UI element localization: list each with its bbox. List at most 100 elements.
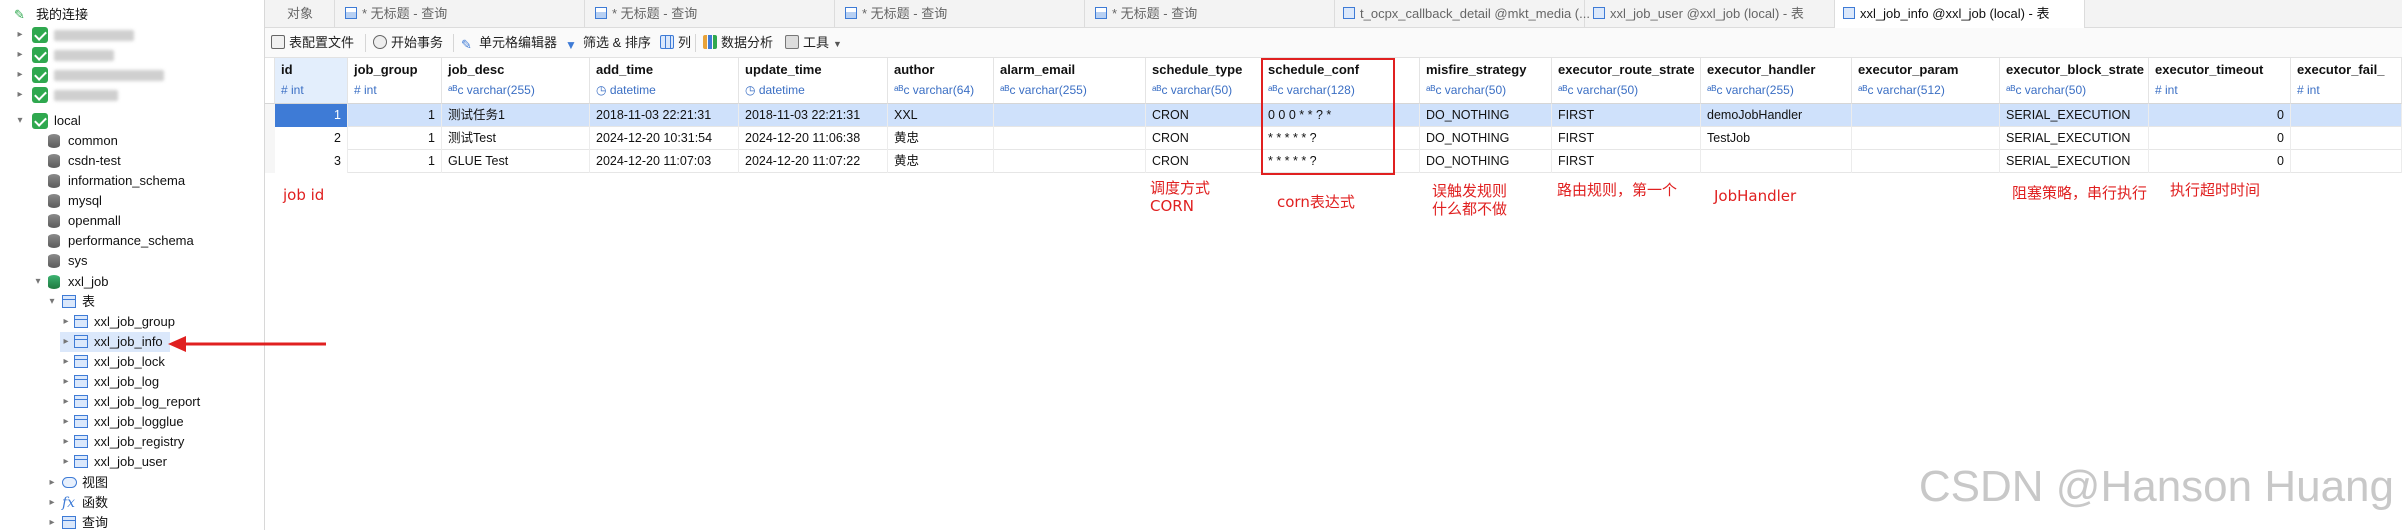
chevron-right-icon[interactable]: ▸ <box>60 352 72 372</box>
cell-id[interactable]: 2 <box>275 127 348 150</box>
tab-xxl-job-info[interactable]: xxl_job_info @xxl_job (local) - 表 <box>1835 0 2085 28</box>
column-header-job-group[interactable]: job_group # int <box>348 58 442 104</box>
cell-executor-handler[interactable]: demoJobHandler <box>1701 104 1852 127</box>
cell-executor-block-strate[interactable]: SERIAL_EXECUTION <box>2000 150 2149 173</box>
chevron-right-icon[interactable]: ▸ <box>46 473 58 493</box>
cell-update-time[interactable]: 2024-12-20 11:06:38 <box>739 127 888 150</box>
database-item[interactable]: common <box>46 131 246 151</box>
cell-editor-button[interactable]: ✎ 单元格编辑器 <box>461 34 557 52</box>
column-header-executor-route-strate[interactable]: executor_route_strate ᵃᴮc varchar(50) <box>1552 58 1701 104</box>
cell-id[interactable]: 1 <box>275 104 348 127</box>
cell-alarm-email[interactable] <box>994 127 1146 150</box>
tab-objects[interactable]: 对象 <box>265 0 335 28</box>
cell-add-time[interactable]: 2018-11-03 22:21:31 <box>590 104 739 127</box>
cell-schedule-type[interactable]: CRON <box>1146 127 1262 150</box>
chevron-right-icon[interactable]: ▸ <box>46 513 58 530</box>
chevron-right-icon[interactable]: ▸ <box>14 45 26 65</box>
chevron-right-icon[interactable]: ▸ <box>60 372 72 392</box>
data-analysis-button[interactable]: 数据分析 <box>703 34 773 52</box>
cell-executor-route-strate[interactable]: FIRST <box>1552 127 1701 150</box>
tab-callback-detail[interactable]: t_ocpx_callback_detail @mkt_media (... <box>1335 0 1590 28</box>
table-item-xxl-job-info[interactable]: ▸ xxl_job_info <box>60 332 170 352</box>
tab-untitled-query-2[interactable]: * 无标题 - 查询 <box>585 0 835 28</box>
functions-folder[interactable]: ▸ fx 函数 <box>46 493 246 513</box>
cell-executor-block-strate[interactable]: SERIAL_EXECUTION <box>2000 127 2149 150</box>
begin-transaction-button[interactable]: 开始事务 <box>373 34 443 52</box>
cell-alarm-email[interactable] <box>994 104 1146 127</box>
cell-job-desc[interactable]: 测试任务1 <box>442 104 590 127</box>
chevron-right-icon[interactable]: ▸ <box>14 85 26 105</box>
column-header-executor-param[interactable]: executor_param ᵃᴮc varchar(512) <box>1852 58 2000 104</box>
tab-untitled-query-4[interactable]: * 无标题 - 查询 <box>1085 0 1335 28</box>
filter-sort-button[interactable]: ▼ 筛选 & 排序 <box>565 34 651 52</box>
table-item-xxl-job-user[interactable]: ▸ xxl_job_user <box>60 452 170 472</box>
connection-local[interactable]: ▾ local <box>14 111 254 131</box>
table-item-xxl-job-group[interactable]: ▸ xxl_job_group <box>60 312 174 332</box>
connection-item[interactable]: ▸ <box>14 65 254 85</box>
cell-misfire-strategy[interactable]: DO_NOTHING <box>1420 150 1552 173</box>
database-item[interactable]: csdn-test <box>46 151 246 171</box>
cell-executor-route-strate[interactable]: FIRST <box>1552 150 1701 173</box>
cell-executor-param[interactable] <box>1852 150 2000 173</box>
cell-executor-fail-[interactable] <box>2291 150 2402 173</box>
database-xxl-job[interactable]: ▾ xxl_job <box>32 272 252 292</box>
cell-schedule-type[interactable]: CRON <box>1146 150 1262 173</box>
database-item[interactable]: information_schema <box>46 171 246 191</box>
cell-job-desc[interactable]: GLUE Test <box>442 150 590 173</box>
chevron-down-icon[interactable]: ▾ <box>14 111 26 131</box>
column-header-update-time[interactable]: update_time ◷ datetime <box>739 58 888 104</box>
database-item[interactable]: performance_schema <box>46 231 246 251</box>
column-header-alarm-email[interactable]: alarm_email ᵃᴮc varchar(255) <box>994 58 1146 104</box>
queries-folder[interactable]: ▸ 查询 <box>46 513 246 530</box>
cell-update-time[interactable]: 2018-11-03 22:21:31 <box>739 104 888 127</box>
chevron-right-icon[interactable]: ▸ <box>60 432 72 452</box>
cell-executor-timeout[interactable]: 0 <box>2149 127 2291 150</box>
cell-executor-fail-[interactable] <box>2291 104 2402 127</box>
chevron-right-icon[interactable]: ▸ <box>14 65 26 85</box>
cell-executor-timeout[interactable]: 0 <box>2149 104 2291 127</box>
tab-untitled-query-1[interactable]: * 无标题 - 查询 <box>335 0 585 28</box>
connection-item[interactable]: ▸ <box>14 25 254 45</box>
column-header-job-desc[interactable]: job_desc ᵃᴮc varchar(255) <box>442 58 590 104</box>
table-item-xxl-job-lock[interactable]: ▸ xxl_job_lock <box>60 352 170 372</box>
chevron-right-icon[interactable]: ▸ <box>60 452 72 472</box>
cell-executor-handler[interactable]: TestJob <box>1701 127 1852 150</box>
cell-executor-block-strate[interactable]: SERIAL_EXECUTION <box>2000 104 2149 127</box>
cell-executor-route-strate[interactable]: FIRST <box>1552 104 1701 127</box>
tab-xxl-job-user[interactable]: xxl_job_user @xxl_job (local) - 表 <box>1585 0 1835 28</box>
cell-author[interactable]: XXL <box>888 104 994 127</box>
cell-add-time[interactable]: 2024-12-20 11:07:03 <box>590 150 739 173</box>
views-folder[interactable]: ▸ 视图 <box>46 473 246 493</box>
table-config-file-button[interactable]: 表配置文件 <box>271 34 354 52</box>
chevron-right-icon[interactable]: ▸ <box>46 493 58 513</box>
cell-misfire-strategy[interactable]: DO_NOTHING <box>1420 104 1552 127</box>
tools-menu-button[interactable]: 工具 ▼ <box>785 34 842 52</box>
database-item[interactable]: openmall <box>46 211 246 231</box>
table-item-xxl-job-logglue[interactable]: ▸ xxl_job_logglue <box>60 412 183 432</box>
connection-item[interactable]: ▸ <box>14 45 254 65</box>
cell-add-time[interactable]: 2024-12-20 10:31:54 <box>590 127 739 150</box>
column-header-misfire-strategy[interactable]: misfire_strategy ᵃᴮc varchar(50) <box>1420 58 1552 104</box>
cell-schedule-type[interactable]: CRON <box>1146 104 1262 127</box>
cell-update-time[interactable]: 2024-12-20 11:07:22 <box>739 150 888 173</box>
cell-job-group[interactable]: 1 <box>348 104 442 127</box>
cell-author[interactable]: 黄忠 <box>888 150 994 173</box>
column-header-id[interactable]: id # int <box>275 58 348 104</box>
tab-untitled-query-3[interactable]: * 无标题 - 查询 <box>835 0 1085 28</box>
chevron-right-icon[interactable]: ▸ <box>60 332 72 352</box>
chevron-right-icon[interactable]: ▸ <box>60 312 72 332</box>
column-header-executor-timeout[interactable]: executor_timeout # int <box>2149 58 2291 104</box>
table-item-xxl-job-log[interactable]: ▸ xxl_job_log <box>60 372 170 392</box>
chevron-down-icon[interactable]: ▾ <box>46 292 58 312</box>
cell-executor-param[interactable] <box>1852 104 2000 127</box>
cell-alarm-email[interactable] <box>994 150 1146 173</box>
cell-job-group[interactable]: 1 <box>348 127 442 150</box>
cell-executor-fail-[interactable] <box>2291 127 2402 150</box>
cell-executor-handler[interactable] <box>1701 150 1852 173</box>
column-header-executor-handler[interactable]: executor_handler ᵃᴮc varchar(255) <box>1701 58 1852 104</box>
chevron-right-icon[interactable]: ▸ <box>14 25 26 45</box>
columns-button[interactable]: 列 <box>660 34 691 52</box>
column-header-author[interactable]: author ᵃᴮc varchar(64) <box>888 58 994 104</box>
cell-job-group[interactable]: 1 <box>348 150 442 173</box>
chevron-right-icon[interactable]: ▸ <box>60 392 72 412</box>
